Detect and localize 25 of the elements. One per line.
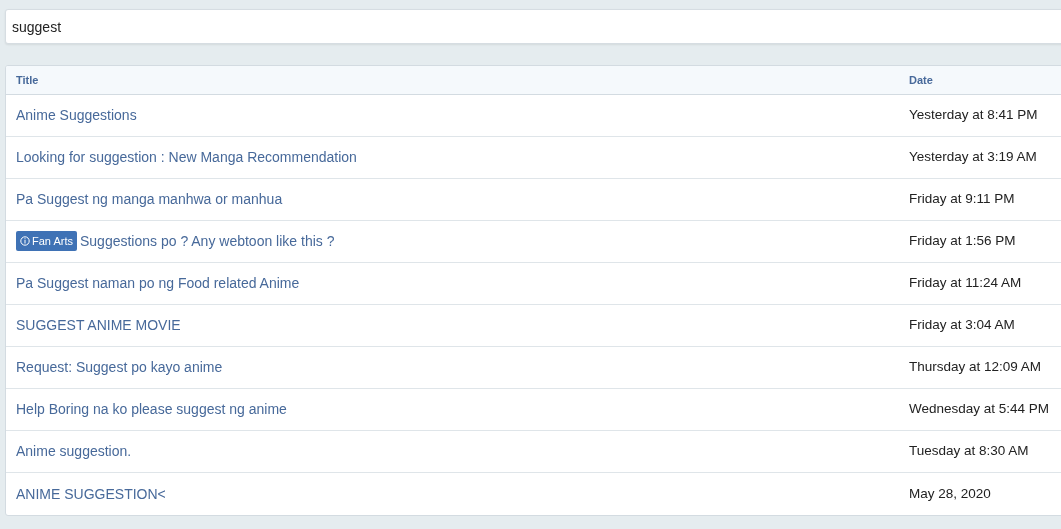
thread-title-link[interactable]: Pa Suggest naman po ng Food related Anime bbox=[16, 275, 300, 291]
date-text: Friday at 9:11 PM bbox=[909, 191, 1015, 207]
thread-title-link[interactable]: Anime suggestion. bbox=[16, 443, 132, 459]
date-text: Friday at 3:04 AM bbox=[909, 317, 1015, 333]
date-text: Wednesday at 5:44 PM bbox=[909, 401, 1050, 417]
prefix-label[interactable]: Fan Arts bbox=[16, 230, 77, 252]
date-text: Thursday at 12:09 AM bbox=[909, 359, 1042, 375]
thread-title-link[interactable]: Request: Suggest po kayo anime bbox=[16, 359, 223, 375]
date-text: Tuesday at 8:30 AM bbox=[909, 443, 1029, 459]
thread-title-link[interactable]: Pa Suggest ng manga manhwa or manhua bbox=[16, 191, 283, 207]
thread-title-link[interactable]: SUGGEST ANIME MOVIE bbox=[16, 317, 181, 333]
date-text: Yesterday at 8:41 PM bbox=[909, 107, 1038, 123]
date-text: May 28, 2020 bbox=[909, 485, 991, 501]
date-text: Yesterday at 3:19 AM bbox=[909, 149, 1037, 165]
search-field[interactable]: suggest bbox=[5, 9, 1061, 44]
column-header: Title bbox=[16, 73, 39, 86]
date-text: Friday at 11:24 AM bbox=[909, 275, 1022, 291]
thread-title-link[interactable]: Help Boring na ko please suggest ng anime bbox=[16, 401, 287, 417]
date-text: Friday at 1:56 PM bbox=[909, 233, 1016, 249]
thread-title-link[interactable]: Suggestions po ? Any webtoon like this ? bbox=[79, 233, 335, 250]
thread-title-link[interactable]: Looking for suggestion : New Manga Recommendation bbox=[16, 149, 357, 165]
thread-title-link[interactable]: Anime Suggestions bbox=[16, 107, 137, 123]
info-icon bbox=[20, 236, 30, 247]
thread-title-link[interactable]: ANIME SUGGESTION< bbox=[16, 485, 166, 502]
column-header: Date bbox=[909, 73, 933, 86]
